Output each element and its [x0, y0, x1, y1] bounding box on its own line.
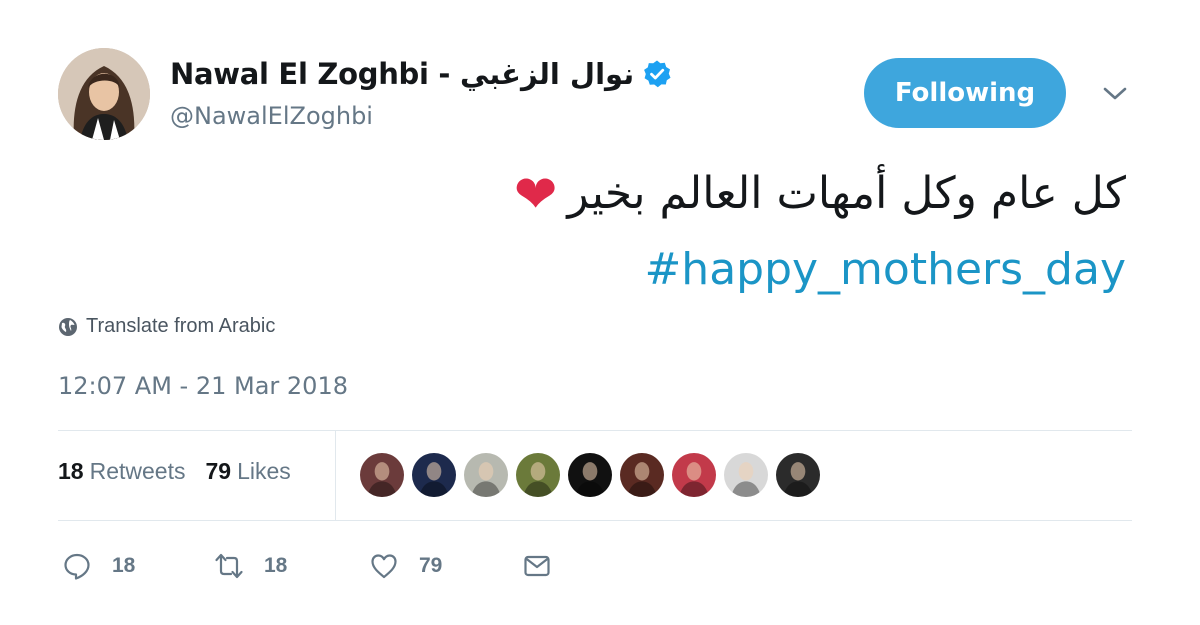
tweet-stats: 18 Retweets 79 Likes [58, 458, 291, 485]
likes-count: 79 [205, 458, 232, 484]
author-name-row: Nawal El Zoghbi - نوال الزغبي [170, 54, 672, 94]
profile-photo [58, 48, 150, 140]
liker-avatar[interactable] [774, 451, 822, 499]
author-handle[interactable]: @NawalElZoghbi [170, 102, 373, 130]
like-count: 79 [419, 554, 443, 577]
liker-avatar[interactable] [410, 451, 458, 499]
heart-emoji: ❤ [513, 165, 558, 225]
liker-avatar[interactable] [618, 451, 666, 499]
author-display-name[interactable]: Nawal El Zoghbi - نوال الزغبي [170, 57, 634, 91]
retweet-count: 18 [264, 554, 288, 577]
retweets-label: Retweets [89, 458, 186, 484]
reply-button[interactable]: 18 [62, 548, 135, 584]
avatar[interactable] [58, 48, 150, 140]
retweets-count: 18 [58, 458, 84, 484]
hashtag-link[interactable]: #happy_mothers_day [644, 244, 1126, 296]
liker-avatar[interactable] [462, 451, 510, 499]
verified-badge-icon [642, 59, 672, 89]
chevron-down-icon[interactable] [1100, 82, 1130, 106]
like-button[interactable]: 79 [369, 548, 442, 584]
likes-stat[interactable]: 79 Likes [205, 458, 290, 485]
following-button[interactable]: Following [864, 58, 1066, 128]
liker-avatars [358, 451, 826, 499]
direct-message-button[interactable] [522, 548, 552, 584]
tweet-text: كل عام وكل أمهات العالم بخير❤ [226, 168, 1126, 221]
translate-link[interactable]: Translate from Arabic [58, 315, 275, 338]
retweets-stat[interactable]: 18 Retweets [58, 458, 185, 485]
globe-icon [58, 317, 78, 337]
translate-label: Translate from Arabic [86, 315, 276, 337]
heart-icon [371, 554, 397, 579]
liker-avatar[interactable] [670, 451, 718, 499]
stats-divider [335, 431, 336, 520]
reply-icon [64, 553, 90, 580]
tweet-card: Nawal El Zoghbi - نوال الزغبي @NawalElZo… [0, 0, 1200, 625]
liker-avatar[interactable] [514, 451, 562, 499]
envelope-icon [524, 555, 550, 577]
liker-avatar[interactable] [722, 451, 770, 499]
reply-count: 18 [112, 554, 136, 577]
tweet-body: كل عام وكل أمهات العالم بخير [567, 168, 1126, 219]
divider [58, 520, 1132, 521]
liker-avatar[interactable] [566, 451, 614, 499]
divider [58, 430, 1132, 431]
retweet-icon [215, 553, 243, 579]
retweet-button[interactable]: 18 [214, 548, 287, 584]
liker-avatar[interactable] [358, 451, 406, 499]
likes-label: Likes [237, 458, 291, 484]
tweet-timestamp[interactable]: 12:07 AM - 21 Mar 2018 [58, 372, 348, 400]
